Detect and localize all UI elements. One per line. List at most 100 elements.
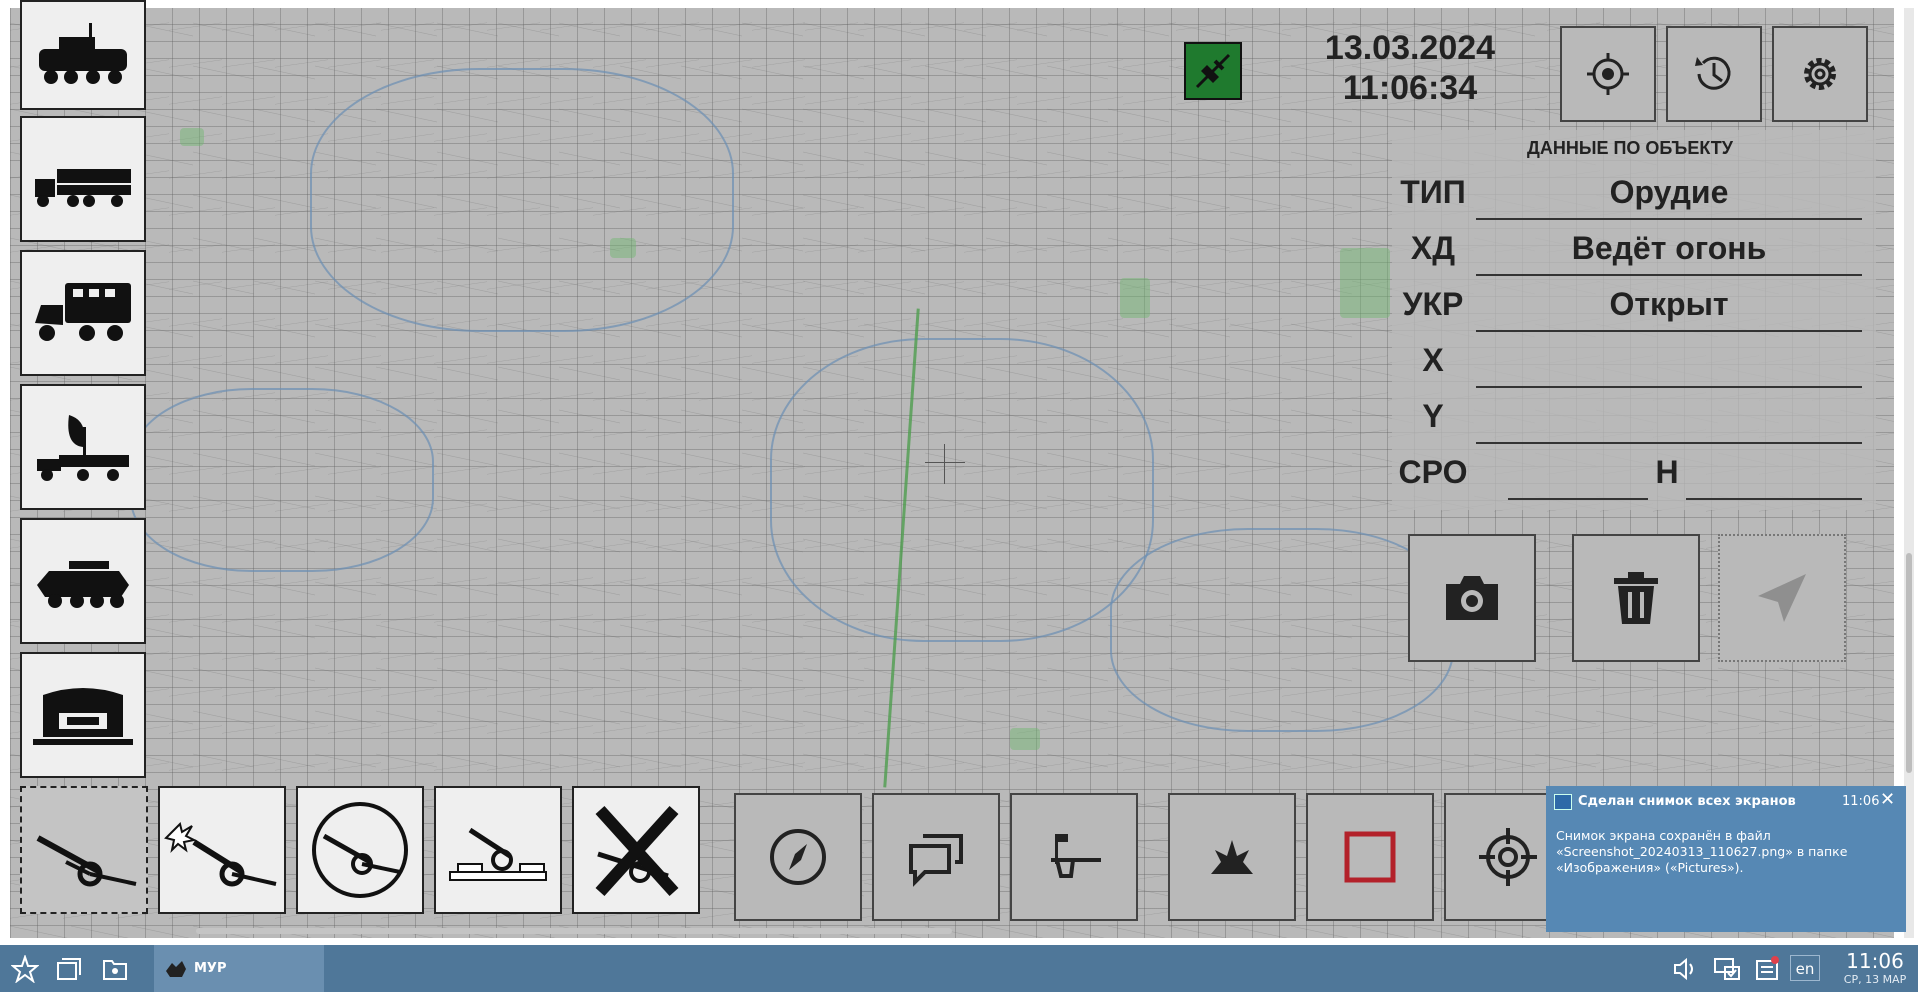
map-crosshair [944, 444, 945, 484]
folder-icon [103, 959, 127, 980]
date-text: 13.03.2024 [1324, 29, 1496, 67]
x-label: X [1422, 342, 1444, 378]
hangar-icon [33, 688, 133, 745]
trash-icon [1614, 572, 1658, 624]
command-truck-icon [35, 283, 131, 341]
start-menu-button[interactable] [8, 945, 42, 992]
settings-button[interactable] [1772, 26, 1868, 122]
y-label: Y [1422, 398, 1444, 434]
time-text: 11:06:34 [1342, 69, 1478, 107]
network-icon [1714, 957, 1740, 980]
send-button[interactable] [1718, 534, 1846, 662]
notifications-icon [1756, 955, 1779, 980]
state-underline [1476, 274, 1862, 276]
screenshot-button[interactable] [1408, 534, 1536, 662]
crosshair-target-icon [1479, 828, 1537, 886]
state-label: ХД [1410, 230, 1456, 266]
file-manager-button[interactable] [98, 945, 132, 992]
datetime-display: 13.03.2024 11:06:34 [1300, 28, 1520, 108]
notification-title: Сделан снимок всех экранов [1578, 794, 1796, 809]
type-value: Орудие [1609, 174, 1729, 210]
settings-gear-icon [1804, 58, 1836, 90]
sro-underline [1508, 498, 1648, 500]
speaker-icon [1674, 957, 1693, 980]
h-underline [1686, 498, 1862, 500]
tool-explosion-button[interactable] [1168, 793, 1296, 921]
explosion-icon [1211, 840, 1253, 874]
tool-compass-button[interactable] [734, 793, 862, 921]
screenshot-notification[interactable]: Сделан снимок всех экранов 11:06 ✕ Снимо… [1546, 786, 1906, 932]
taskbar-app-mur[interactable]: МУР [154, 945, 324, 992]
howitzer-fortified-icon [449, 827, 547, 881]
map-forest [180, 128, 204, 146]
map-forest [1340, 248, 1390, 318]
map-forest [610, 238, 636, 258]
vehicle-launcher-button[interactable] [20, 116, 146, 242]
howitzer-destroyed-icon [595, 805, 679, 897]
observation-post-icon [1051, 834, 1101, 878]
notifications-button[interactable] [1750, 945, 1784, 992]
star-icon [11, 954, 39, 983]
tool-red-square-button[interactable] [1306, 793, 1434, 921]
compass-icon [770, 829, 826, 885]
cover-underline [1476, 330, 1862, 332]
horizontal-scrollbar[interactable] [196, 928, 952, 934]
sro-label: СРО [1398, 454, 1468, 490]
missile-launcher-truck-icon [35, 169, 131, 207]
panel-title: ДАННЫЕ ПО ОБЪЕКТУ [1527, 138, 1733, 158]
red-square-icon [1344, 831, 1396, 883]
gun-fortified-button[interactable] [434, 786, 562, 914]
type-label: ТИП [1400, 174, 1466, 210]
radar-truck-icon [37, 415, 129, 481]
close-icon[interactable]: ✕ [1880, 790, 1895, 810]
state-value: Ведёт огонь [1571, 230, 1767, 266]
map-river [1110, 528, 1454, 732]
howitzer-circled-icon [312, 802, 408, 898]
show-desktop-button[interactable] [52, 945, 86, 992]
connection-status[interactable] [1184, 42, 1242, 100]
map-river [310, 68, 734, 332]
gun-destroyed-button[interactable] [572, 786, 700, 914]
notification-header: Сделан снимок всех экранов 11:06 ✕ [1546, 786, 1906, 818]
x-underline [1476, 386, 1862, 388]
taskbar-clock-time[interactable]: 11:06 [1836, 949, 1914, 973]
vehicle-armored-carrier-button[interactable] [20, 518, 146, 644]
howitzer-firing-icon [164, 822, 277, 887]
notification-time: 11:06 [1842, 794, 1880, 809]
messages-icon [909, 834, 963, 887]
taskbar: МУР en 11:06 СР, 13 МАР [0, 945, 1918, 992]
locate-icon [1587, 53, 1629, 95]
delete-button[interactable] [1572, 534, 1700, 662]
gun-circled-button[interactable] [296, 786, 424, 914]
y-underline [1476, 442, 1862, 444]
app-icon [166, 960, 186, 977]
gun-firing-button[interactable] [158, 786, 286, 914]
howitzer-icon [36, 835, 137, 887]
language-indicator[interactable]: en [1790, 955, 1820, 981]
camera-icon [1446, 576, 1498, 620]
map-forest [1010, 728, 1040, 750]
map-forest [1120, 278, 1150, 318]
monitor-icon [1554, 794, 1572, 810]
cover-value: Открыт [1609, 286, 1729, 322]
volume-button[interactable] [1668, 945, 1702, 992]
windows-icon [57, 957, 81, 980]
vehicle-hangar-button[interactable] [20, 652, 146, 778]
gun-howitzer-button[interactable] [20, 786, 148, 914]
map-river [770, 338, 1154, 642]
vehicle-radar-button[interactable] [20, 384, 146, 510]
taskbar-clock-date: СР, 13 МАР [1843, 973, 1907, 986]
map-crosshair [925, 462, 965, 463]
history-button[interactable] [1666, 26, 1762, 122]
armored-missile-carrier-icon [37, 561, 129, 608]
vehicle-command-truck-button[interactable] [20, 250, 146, 376]
vehicle-apc-button[interactable] [20, 0, 146, 110]
locate-button[interactable] [1560, 26, 1656, 122]
map-river [130, 388, 434, 572]
history-icon [1695, 56, 1731, 90]
scrollbar-thumb[interactable] [1906, 553, 1912, 773]
tool-observation-button[interactable] [1010, 793, 1138, 921]
network-button[interactable] [1708, 945, 1746, 992]
apc-icon [39, 23, 127, 84]
tool-messages-button[interactable] [872, 793, 1000, 921]
